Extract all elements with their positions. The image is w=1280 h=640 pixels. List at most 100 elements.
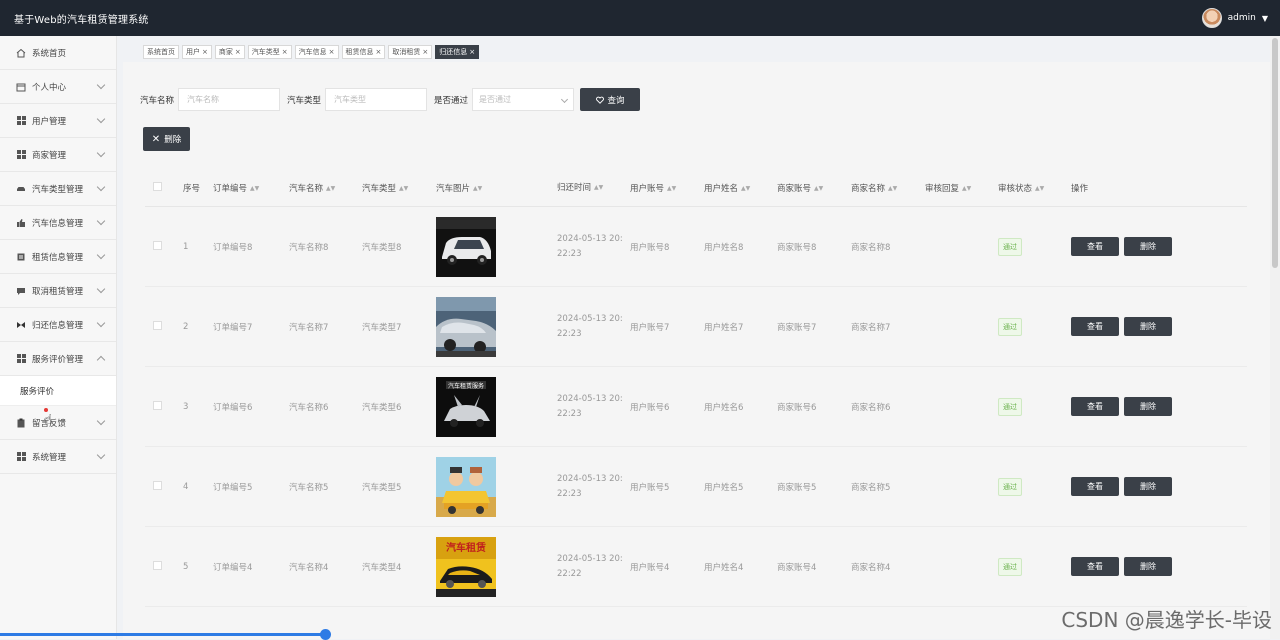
delete-button[interactable]: 删除 [1124,557,1172,576]
sidebar-item-label: 服务评价管理 [32,353,83,365]
sidebar-item-car-types[interactable]: 汽车类型管理 [0,172,116,206]
cell-review-status: 通过 [998,318,1071,336]
vertical-scrollbar[interactable] [1270,36,1280,639]
close-icon[interactable]: × [376,48,382,56]
delete-button[interactable]: 删除 [1124,397,1172,416]
tab-car-info[interactable]: 汽车信息× [295,45,339,59]
submenu-service-review[interactable]: 服务评价 [0,376,116,406]
search-button[interactable]: 查询 [580,88,640,111]
user-menu[interactable]: admin ▼ [1202,8,1268,28]
cell-merchant-account: 商家账号5 [777,481,851,493]
close-icon[interactable]: × [235,48,241,56]
sort-icon: ▲▼ [667,185,676,192]
tab-car-types[interactable]: 汽车类型× [248,45,292,59]
submenu-label: 服务评价 [20,385,54,397]
col-user-account[interactable]: 用户账号▲▼ [630,182,704,194]
tab-label: 取消租赁 [392,47,420,57]
sidebar-item-cancel-rental[interactable]: 取消租赁管理 [0,274,116,308]
row-checkbox[interactable] [153,241,162,250]
view-button[interactable]: 查看 [1071,557,1119,576]
sidebar-item-users[interactable]: 用户管理 [0,104,116,138]
sidebar-item-return-info[interactable]: 归还信息管理 [0,308,116,342]
view-button[interactable]: 查看 [1071,397,1119,416]
chevron-down-icon [97,285,105,293]
view-button[interactable]: 查看 [1071,477,1119,496]
progress-knob[interactable] [320,629,331,640]
cell-car-type: 汽车类型8 [362,241,436,253]
car-type-input[interactable]: 汽车类型 [325,88,427,111]
cell-user-account: 用户账号6 [630,401,704,413]
scrollbar-thumb[interactable] [1272,38,1278,268]
tab-rental-info[interactable]: 租赁信息× [342,45,386,59]
col-car-type[interactable]: 汽车类型▲▼ [362,182,436,194]
sidebar: 系统首页 个人中心 用户管理 商家管理 汽车类型管理 汽车信息管理 租赁信 [0,36,117,639]
delete-label: 删除 [164,133,181,145]
delete-button[interactable]: 删除 [1124,477,1172,496]
close-icon[interactable]: × [329,48,335,56]
sidebar-item-label: 系统首页 [32,47,66,59]
chevron-down-icon [97,217,105,225]
sidebar-item-profile[interactable]: 个人中心 [0,70,116,104]
car-name-input[interactable]: 汽车名称 [178,88,280,111]
col-review-reply[interactable]: 审核回复▲▼ [925,182,998,194]
search-filters: 汽车名称 汽车名称 汽车类型 汽车类型 是否通过 是否通过 查询 [140,88,640,111]
video-progress-bar[interactable] [0,633,328,636]
col-user-name[interactable]: 用户姓名▲▼ [704,182,777,194]
batch-delete-button[interactable]: ✕ 删除 [143,127,190,151]
home-icon [16,48,26,58]
car-image[interactable]: 汽车租赁 [436,537,557,597]
row-checkbox[interactable] [153,401,162,410]
cell-order: 订单编号8 [213,241,289,253]
row-checkbox[interactable] [153,321,162,330]
view-button[interactable]: 查看 [1071,317,1119,336]
sidebar-item-system[interactable]: 系统管理 [0,440,116,474]
delete-button[interactable]: 删除 [1124,317,1172,336]
sidebar-item-rental-info[interactable]: 租赁信息管理 [0,240,116,274]
sidebar-item-label: 个人中心 [32,81,66,93]
cell-merchant-account: 商家账号6 [777,401,851,413]
sidebar-item-service-review[interactable]: 服务评价管理 [0,342,116,376]
close-icon[interactable]: × [202,48,208,56]
tab-return-info[interactable]: 归还信息× [435,45,479,59]
view-button[interactable]: 查看 [1071,237,1119,256]
tab-merchants[interactable]: 商家× [215,45,245,59]
col-car-image[interactable]: 汽车图片▲▼ [436,182,557,194]
col-review-status[interactable]: 审核状态▲▼ [998,182,1071,194]
cell-merchant-account: 商家账号4 [777,561,851,573]
col-car-name[interactable]: 汽车名称▲▼ [289,182,362,194]
cell-actions: 查看删除 [1071,557,1181,576]
chevron-down-icon [97,417,105,425]
col-merchant-account[interactable]: 商家账号▲▼ [777,182,851,194]
row-checkbox[interactable] [153,481,162,490]
sidebar-item-feedback[interactable]: 留言反馈 [0,406,116,440]
close-icon[interactable]: × [469,48,475,56]
col-merchant-name[interactable]: 商家名称▲▼ [851,182,925,194]
car-image[interactable] [436,297,557,357]
close-icon[interactable]: × [422,48,428,56]
sidebar-item-car-info[interactable]: 汽车信息管理 [0,206,116,240]
cell-index: 1 [183,242,213,252]
cell-user-account: 用户账号7 [630,321,704,333]
status-badge: 通过 [998,238,1022,256]
col-order[interactable]: 订单编号▲▼ [213,182,289,194]
sidebar-item-home[interactable]: 系统首页 [0,36,116,70]
sidebar-item-merchants[interactable]: 商家管理 [0,138,116,172]
car-image[interactable] [436,217,557,277]
delete-button[interactable]: 删除 [1124,237,1172,256]
status-badge: 通过 [998,398,1022,416]
table-row: 4订单编号5汽车名称5汽车类型52024-05-13 20:22:23用户账号5… [145,447,1247,527]
close-icon[interactable]: × [282,48,288,56]
cell-car-type: 汽车类型6 [362,401,436,413]
approved-label: 是否通过 [434,94,468,106]
approved-select[interactable]: 是否通过 [472,88,574,111]
tab-home[interactable]: 系统首页 [143,45,179,59]
car-image[interactable]: 汽车租赁服务 [436,377,557,437]
select-all-checkbox[interactable] [153,182,162,191]
col-return-time[interactable]: 归还时间▲▼ [557,180,630,196]
cell-return-time: 2024-05-13 20:22:23 [557,312,630,342]
table-row: 5订单编号4汽车名称4汽车类型4汽车租赁2024-05-13 20:22:22用… [145,527,1247,607]
tab-users[interactable]: 用户× [182,45,212,59]
tab-cancel-rental[interactable]: 取消租赁× [388,45,432,59]
row-checkbox[interactable] [153,561,162,570]
car-image[interactable] [436,457,557,517]
